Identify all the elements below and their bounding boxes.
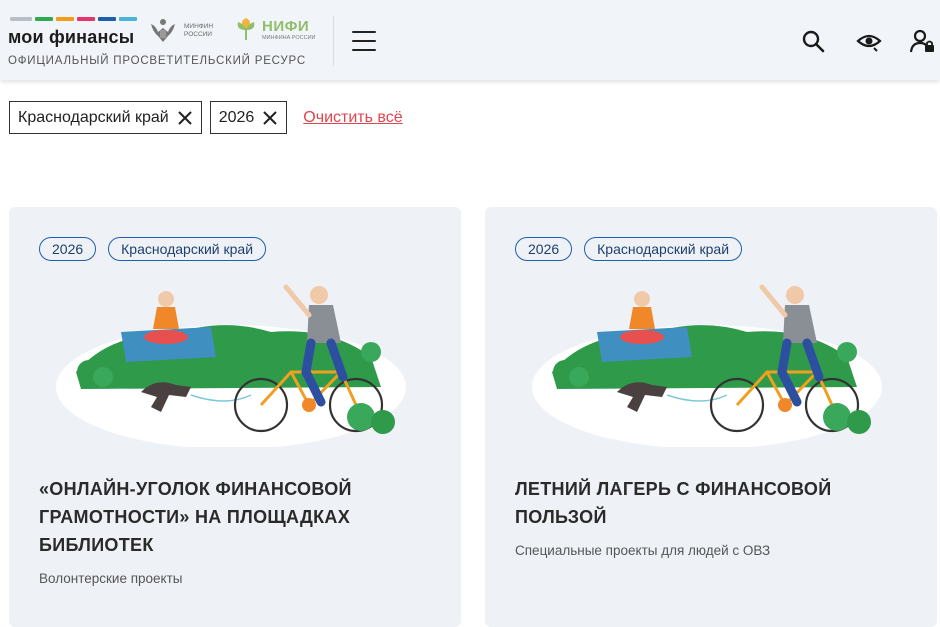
filter-chip-label: Краснодарский край — [18, 108, 169, 126]
close-icon[interactable] — [177, 110, 193, 126]
eagle-emblem-icon — [151, 19, 175, 42]
tag-year[interactable]: 2026 — [515, 237, 573, 261]
nifi-name: НИФИ — [262, 17, 310, 35]
site-header: мои финансы ОФИЦИАЛЬНЫЙ ПРОСВЕТИТЕЛЬСКИЙ… — [0, 0, 940, 80]
brand-logo[interactable]: мои финансы — [8, 27, 134, 48]
tag-region[interactable]: Краснодарский край — [584, 237, 743, 261]
card-tags: 2026 Краснодарский край — [39, 237, 267, 261]
card-title[interactable]: «ОНЛАЙН-УГОЛОК ФИНАНСОВОЙ ГРАМОТНОСТИ» Н… — [39, 475, 419, 559]
search-icon[interactable] — [800, 28, 826, 54]
nifi-sub: МИНФИНА РОССИИ — [262, 34, 316, 41]
menu-icon[interactable] — [352, 31, 376, 51]
nifi-logo[interactable]: НИФИ МИНФИНА РОССИИ — [234, 16, 316, 42]
card-tags: 2026 Краснодарский край — [515, 237, 743, 261]
active-filters: Краснодарский край 2026 Очистить всё — [9, 101, 403, 134]
tag-year[interactable]: 2026 — [39, 237, 97, 261]
filter-chip-year[interactable]: 2026 — [209, 101, 288, 134]
card-illustration — [56, 284, 406, 447]
tagline: ОФИЦИАЛЬНЫЙ ПРОСВЕТИТЕЛЬСКИЙ РЕСУРС — [8, 55, 306, 67]
close-icon[interactable] — [262, 110, 278, 126]
tag-region[interactable]: Краснодарский край — [108, 237, 267, 261]
minfin-logo[interactable]: МИНФИН РОССИИ — [148, 16, 213, 46]
card-category: Специальные проекты для людей с ОВЗ — [515, 543, 771, 558]
eye-icon[interactable] — [856, 28, 882, 54]
project-card[interactable]: 2026 Краснодарский край «ОНЛАЙН-УГОЛОК Ф… — [9, 207, 461, 627]
nifi-leaf-icon — [237, 18, 255, 40]
user-lock-icon[interactable] — [910, 28, 936, 54]
card-illustration — [532, 284, 882, 447]
header-divider — [333, 16, 334, 66]
logo-stripe — [10, 17, 137, 21]
filter-chip-region[interactable]: Краснодарский край — [9, 101, 202, 134]
minfin-line-1: МИНФИН — [184, 23, 214, 30]
clear-all-link[interactable]: Очистить всё — [303, 109, 402, 127]
card-title[interactable]: ЛЕТНИЙ ЛАГЕРЬ С ФИНАНСОВОЙ ПОЛЬЗОЙ — [515, 475, 895, 531]
filter-chip-label: 2026 — [218, 108, 255, 126]
minfin-line-2: РОССИИ — [184, 31, 212, 38]
project-card[interactable]: 2026 Краснодарский край ЛЕТНИЙ ЛАГЕРЬ С … — [485, 207, 937, 627]
card-category: Волонтерские проекты — [39, 571, 183, 586]
